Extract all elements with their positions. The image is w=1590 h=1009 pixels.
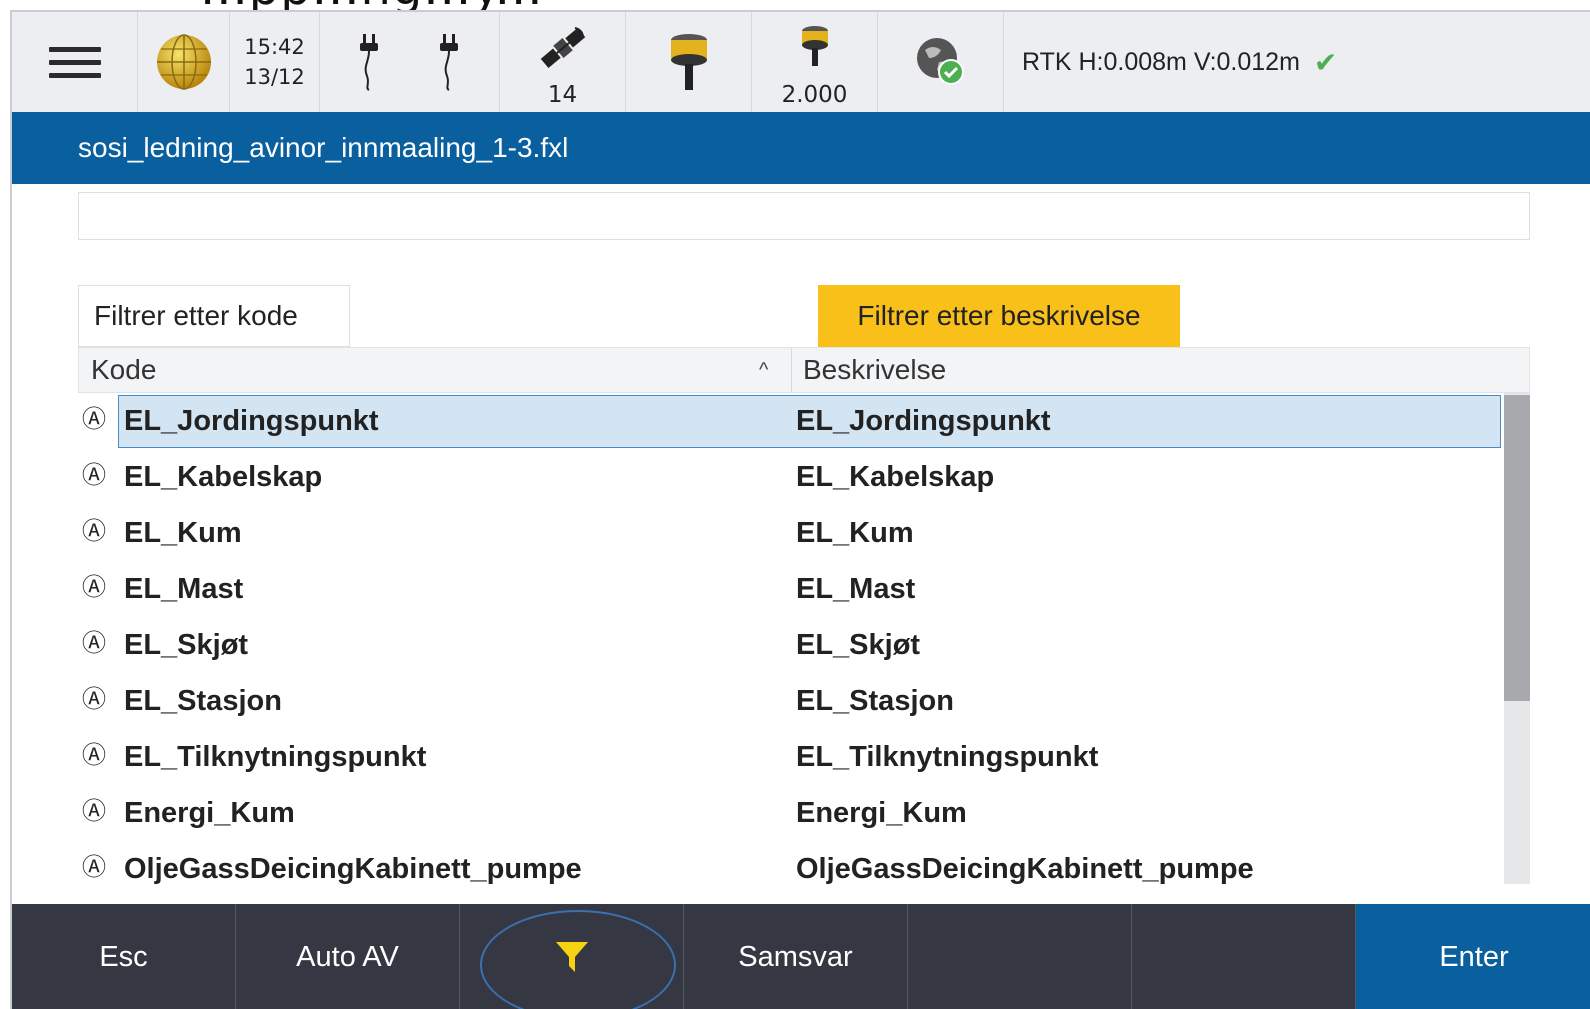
- rtk-precision-text: RTK H:0.008m V:0.012m: [1022, 47, 1300, 76]
- row-code: EL_Tilknytningspunkt: [124, 741, 427, 773]
- attribute-icon: Ⓐ: [82, 462, 106, 489]
- funnel-icon: [555, 941, 588, 972]
- softkey-bar: Esc Auto AV Samsvar Enter: [12, 904, 1590, 1009]
- row-description: EL_Jordingspunkt: [796, 405, 1051, 437]
- row-description: EL_Skjøt: [796, 629, 921, 661]
- hamburger-icon: [48, 39, 101, 86]
- row-code: EL_Mast: [124, 573, 244, 605]
- table-row[interactable]: Ⓐ EL_Stasjon EL_Stasjon: [78, 673, 1502, 729]
- globe-connected-icon: [916, 38, 964, 85]
- table-row[interactable]: Ⓐ EL_Tilknytningspunkt EL_Tilknytningspunk…: [78, 729, 1502, 785]
- row-description: OljeGassDeicingKabinett_pumpe: [796, 853, 1254, 884]
- row-code: EL_Kabelskap: [124, 461, 323, 493]
- row-code: EL_Skjøt: [124, 629, 249, 661]
- table-header: Kode ^ Beskrivelse: [78, 347, 1530, 393]
- table-row[interactable]: Ⓐ EL_Kum EL_Kum: [78, 505, 1502, 561]
- table-row[interactable]: Ⓐ Energi_Kum Energi_Kum: [78, 785, 1502, 841]
- row-code: OljeGassDeicingKabinett_pumpe: [124, 853, 582, 884]
- empty-softkey-2: [1132, 904, 1356, 1009]
- satellite-count: 14: [547, 82, 578, 108]
- time-text: 15:42: [244, 35, 305, 59]
- power-plug-icon-2: [439, 34, 458, 91]
- attribute-icon: Ⓐ: [82, 742, 106, 769]
- menu-button[interactable]: [12, 12, 138, 112]
- sort-ascending-icon[interactable]: ^: [759, 348, 768, 392]
- attribute-icon: Ⓐ: [82, 630, 106, 657]
- empty-softkey-1: [908, 904, 1132, 1009]
- row-description: EL_Kabelskap: [796, 461, 995, 493]
- table-row[interactable]: Ⓐ EL_Mast EL_Mast: [78, 561, 1502, 617]
- row-description: EL_Stasjon: [796, 685, 954, 717]
- rtk-status[interactable]: RTK H:0.008m V:0.012m ✔: [1004, 12, 1590, 112]
- check-icon: ✔: [1313, 46, 1338, 78]
- table-row[interactable]: Ⓐ OljeGassDeicingKabinett_pumpe OljeGassDe…: [78, 841, 1502, 884]
- row-code: Energi_Kum: [124, 797, 295, 829]
- row-description: EL_Mast: [796, 573, 916, 605]
- esc-button[interactable]: Esc: [12, 904, 236, 1009]
- table-row[interactable]: Ⓐ EL_Kabelskap EL_Kabelskap: [78, 449, 1502, 505]
- enter-button[interactable]: Enter: [1356, 904, 1590, 1009]
- power-plug-icon: [359, 34, 378, 91]
- antenna-height-button[interactable]: 2.000: [752, 12, 878, 112]
- satellite-status[interactable]: 14: [500, 12, 626, 112]
- gnss-receiver-icon: [670, 34, 707, 90]
- filter-by-code-button[interactable]: Filtrer etter kode: [78, 285, 350, 347]
- auto-off-button[interactable]: Auto AV: [236, 904, 460, 1009]
- connection-button[interactable]: [878, 12, 1004, 112]
- date-text: 13/12: [244, 65, 305, 89]
- attribute-icon: Ⓐ: [82, 854, 106, 881]
- app-window: 15:42 13/12 14 2.000 RTK H:0.008m V:0.01…: [10, 10, 1590, 1009]
- datetime-display[interactable]: 15:42 13/12: [230, 12, 320, 112]
- status-bar: 15:42 13/12 14 2.000 RTK H:0.008m V:0.01…: [12, 12, 1590, 113]
- attribute-icon: Ⓐ: [82, 574, 106, 601]
- code-table: Kode ^ Beskrivelse Ⓐ EL_Jordingspunkt EL_J…: [78, 347, 1530, 884]
- attribute-icon: Ⓐ: [82, 798, 106, 825]
- antenna-icon: [801, 26, 828, 66]
- attribute-icon: Ⓐ: [82, 686, 106, 713]
- filter-by-description-button[interactable]: Filtrer etter beskrivelse: [818, 285, 1180, 347]
- row-code: EL_Jordingspunkt: [124, 405, 379, 437]
- filter-button[interactable]: [460, 904, 684, 1009]
- table-row[interactable]: Ⓐ EL_Jordingspunkt EL_Jordingspunkt: [78, 393, 1502, 449]
- row-description: Energi_Kum: [796, 797, 967, 829]
- globe-icon: [156, 34, 211, 90]
- search-input[interactable]: [78, 192, 1530, 240]
- row-description: EL_Kum: [796, 517, 914, 549]
- receiver-button[interactable]: [626, 12, 752, 112]
- column-header-code[interactable]: Kode: [91, 348, 156, 392]
- attribute-icon: Ⓐ: [82, 518, 106, 545]
- scrollbar-thumb[interactable]: [1504, 395, 1530, 701]
- antenna-height-value: 2.000: [781, 82, 848, 108]
- match-button[interactable]: Samsvar: [684, 904, 908, 1009]
- power-status[interactable]: [320, 12, 500, 112]
- column-divider: [791, 348, 792, 392]
- globe-button[interactable]: [138, 12, 230, 112]
- satellite-icon: [540, 27, 585, 69]
- row-description: EL_Tilknytningspunkt: [796, 741, 1099, 773]
- attribute-icon: Ⓐ: [82, 406, 106, 433]
- table-row[interactable]: Ⓐ EL_Skjøt EL_Skjøt: [78, 617, 1502, 673]
- table-body: Ⓐ EL_Jordingspunkt EL_Jordingspunkt Ⓐ EL_Ka…: [78, 393, 1502, 884]
- row-code: EL_Kum: [124, 517, 242, 549]
- row-code: EL_Stasjon: [124, 685, 282, 717]
- column-header-description[interactable]: Beskrivelse: [803, 348, 946, 392]
- page-title: sosi_ledning_avinor_innmaaling_1-3.fxl: [12, 112, 1590, 184]
